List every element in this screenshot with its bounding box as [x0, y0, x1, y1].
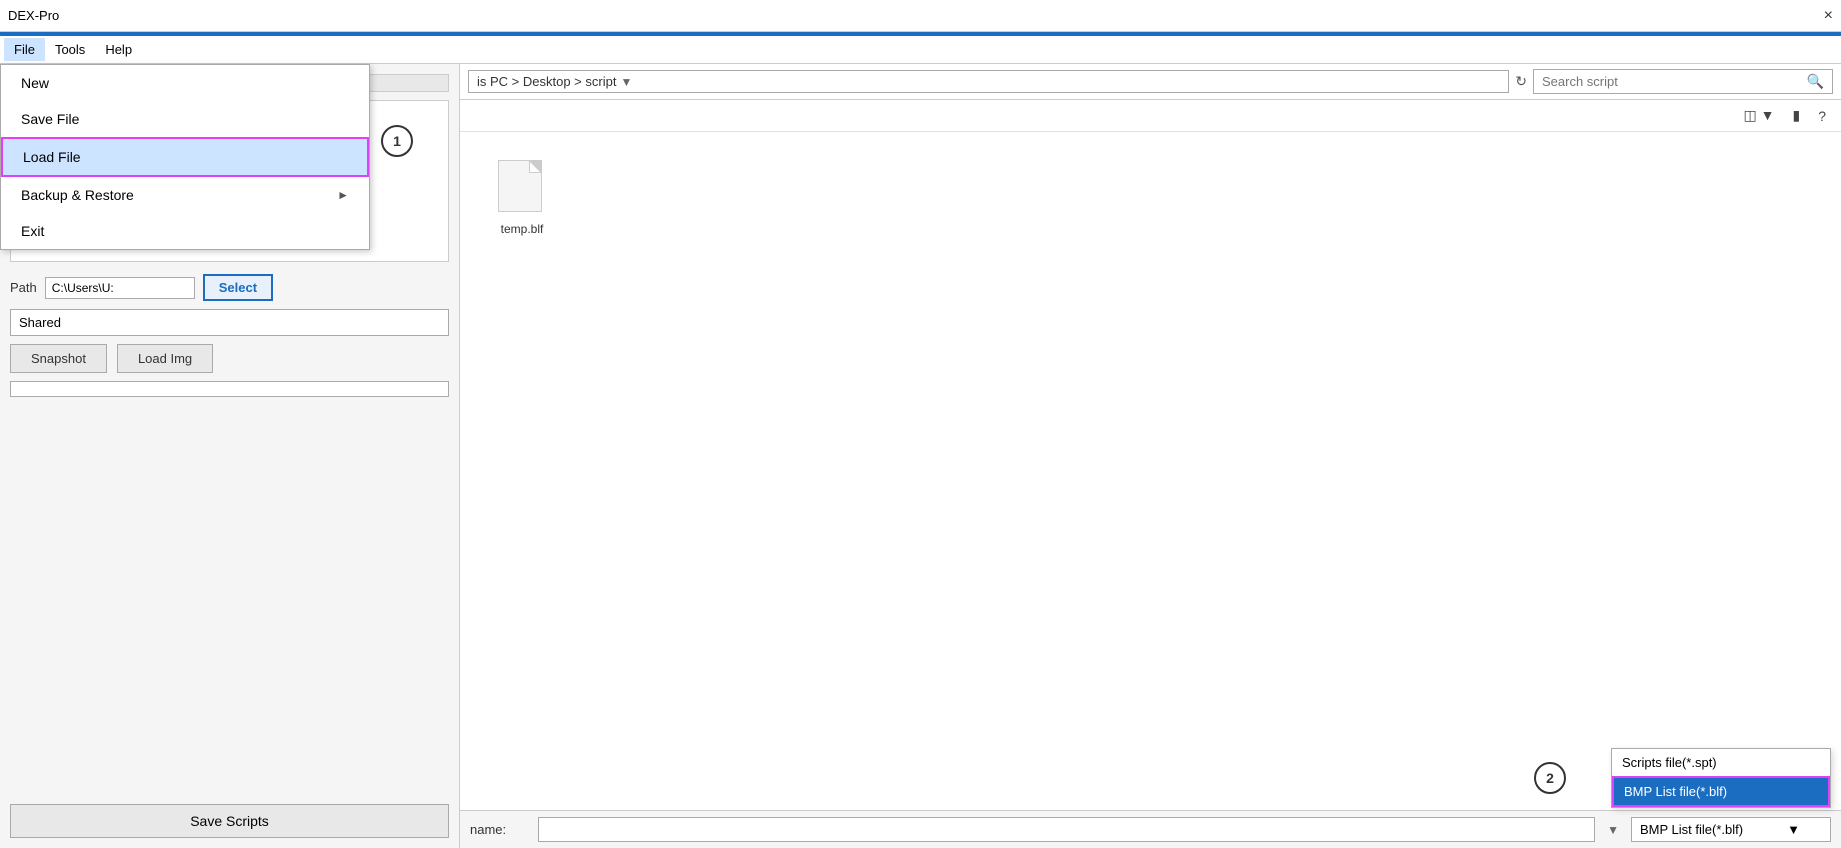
file-icon-body [498, 160, 542, 212]
view-toggle-button[interactable]: ◫ ▼ [1737, 104, 1782, 127]
menu-file[interactable]: File [4, 38, 45, 61]
app-title: DEX-Pro [8, 8, 59, 23]
menu-bar: File Tools Help 1 New Save File Load Fil… [0, 36, 1841, 64]
menu-item-load-file[interactable]: Load File [1, 137, 369, 177]
help-button[interactable]: ? [1811, 105, 1833, 127]
search-icon[interactable]: 🔍 [1807, 73, 1824, 90]
filename-input[interactable] [538, 817, 1595, 842]
menu-tools[interactable]: Tools [45, 38, 95, 61]
title-bar: DEX-Pro × [0, 0, 1841, 32]
save-scripts-button[interactable]: Save Scripts [10, 804, 449, 838]
filetype-option-blf-label: BMP List file(*.blf) [1624, 784, 1727, 799]
address-bar: is PC > Desktop > script ▼ ↻ 🔍 [460, 64, 1841, 100]
submenu-arrow-icon: ► [337, 188, 349, 202]
close-icon[interactable]: × [1824, 7, 1833, 25]
filetype-select[interactable]: BMP List file(*.blf) ▼ [1631, 817, 1831, 842]
load-img-button[interactable]: Load Img [117, 344, 213, 373]
filetype-selected-label: BMP List file(*.blf) [1640, 822, 1743, 837]
path-input[interactable] [45, 277, 195, 299]
annotation-badge-1: 1 [381, 125, 413, 157]
bottom-bar: name: ▼ BMP List file(*.blf) ▼ Scripts f… [460, 810, 1841, 848]
file-name-label: temp.blf [501, 222, 544, 236]
menu-item-new[interactable]: New [1, 65, 369, 101]
search-input[interactable] [1542, 74, 1803, 89]
filetype-container: BMP List file(*.blf) ▼ Scripts file(*.sp… [1631, 817, 1831, 842]
file-area: temp.blf [460, 132, 1841, 810]
progress-bar [10, 381, 449, 397]
right-panel: is PC > Desktop > script ▼ ↻ 🔍 ◫ ▼ ▮ ? [460, 64, 1841, 848]
refresh-icon[interactable]: ↻ [1515, 73, 1527, 90]
select-button[interactable]: Select [203, 274, 273, 301]
pane-toggle-button[interactable]: ▮ [1785, 104, 1807, 127]
path-row: Path Select [10, 274, 449, 301]
file-icon-fold [529, 161, 541, 173]
menu-help[interactable]: Help [95, 38, 142, 61]
file-dropdown-menu: 1 New Save File Load File Backup & Resto… [0, 64, 370, 250]
address-chevron-icon: ▼ [620, 75, 632, 89]
annotation-badge-2: 2 [1534, 762, 1566, 794]
breadcrumb: is PC > Desktop > script [477, 74, 616, 89]
filetype-option-spt[interactable]: Scripts file(*.spt) [1612, 749, 1830, 776]
search-box: 🔍 [1533, 69, 1833, 94]
file-icon-graphic [498, 160, 546, 216]
path-label: Path [10, 280, 37, 295]
address-path-box[interactable]: is PC > Desktop > script ▼ [468, 70, 1509, 93]
toolbar-icons-row: ◫ ▼ ▮ ? [460, 100, 1841, 132]
filetype-chevron-icon: ▼ [1787, 822, 1800, 837]
filetype-option-spt-label: Scripts file(*.spt) [1622, 755, 1717, 770]
menu-item-save-file[interactable]: Save File [1, 101, 369, 137]
menu-item-exit[interactable]: Exit [1, 213, 369, 249]
filetype-option-blf[interactable]: BMP List file(*.blf) [1612, 776, 1830, 807]
shared-input[interactable] [10, 309, 449, 336]
filetype-dropdown: Scripts file(*.spt) BMP List file(*.blf) [1611, 748, 1831, 808]
title-bar-left: DEX-Pro [8, 8, 59, 23]
file-item-temp-blf[interactable]: temp.blf [490, 152, 554, 244]
snapshot-button[interactable]: Snapshot [10, 344, 107, 373]
filename-static-label: name: [470, 822, 530, 837]
snapshot-loadimg-row: Snapshot Load Img [10, 344, 449, 373]
filename-chevron-icon: ▼ [1603, 823, 1623, 837]
menu-item-backup-restore[interactable]: Backup & Restore ► [1, 177, 369, 213]
